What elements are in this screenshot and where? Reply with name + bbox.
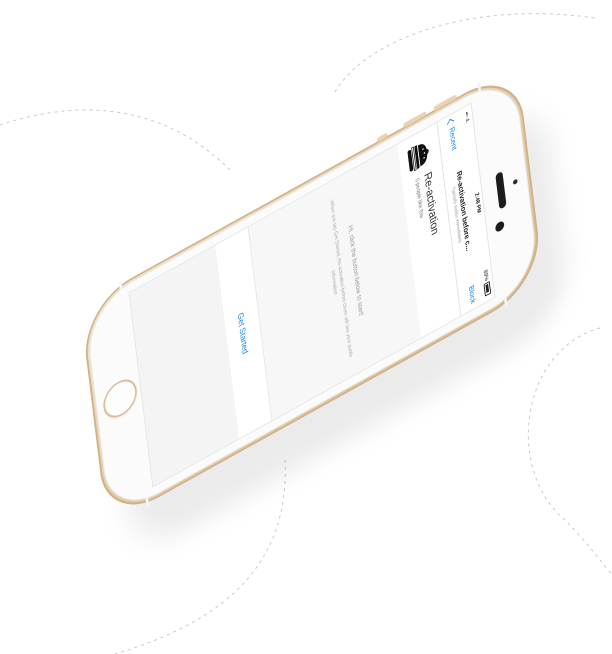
chevron-left-icon <box>447 118 455 127</box>
block-button[interactable]: Block <box>467 284 477 306</box>
battery-group: 89% <box>482 269 492 297</box>
page-name: Re-activation <box>421 169 442 238</box>
get-started-label: Get Started <box>236 310 250 356</box>
back-button[interactable]: Recent <box>447 118 459 153</box>
back-label: Recent <box>447 125 459 153</box>
